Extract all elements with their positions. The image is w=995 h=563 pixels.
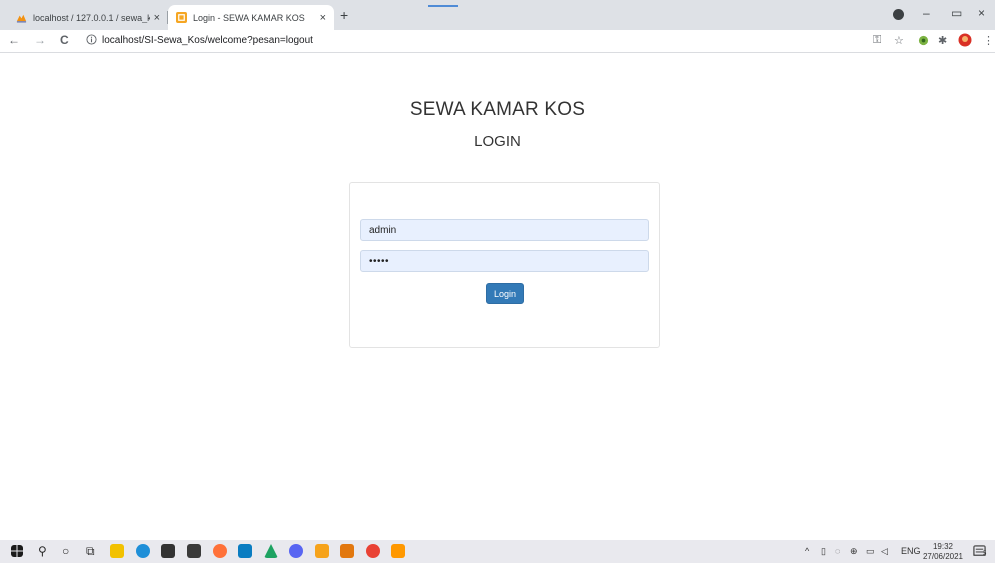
windows-taskbar: ⚲ ○ ⧉ ^ ▯ ◌ ⊕ ▭ ◁ ENG 19:32 27/06/2021 5 <box>0 540 995 563</box>
tab-title: Login - SEWA KAMAR KOS <box>193 12 305 23</box>
notion-icon[interactable] <box>187 544 201 558</box>
site-title: SEWA KAMAR KOS <box>409 99 586 120</box>
page-content: SEWA KAMAR KOS LOGIN Login <box>0 53 995 540</box>
display-icon[interactable]: ▭ <box>866 546 875 557</box>
windows-start-icon[interactable] <box>11 545 23 557</box>
chrome-icon[interactable] <box>366 544 380 558</box>
volume-icon[interactable]: ◁ <box>881 546 888 557</box>
profile-icon[interactable] <box>958 33 972 47</box>
cortana-icon[interactable]: ○ <box>62 544 69 558</box>
battery-icon[interactable]: ▯ <box>821 546 826 557</box>
new-tab-button[interactable]: + <box>340 7 348 23</box>
address-bar[interactable]: localhost/SI-Sewa_Kos/welcome?pesan=logo… <box>102 35 313 46</box>
username-input[interactable] <box>360 219 649 241</box>
clock[interactable]: 19:32 27/06/2021 <box>922 542 964 562</box>
search-icon[interactable]: ⚲ <box>38 544 47 558</box>
language-indicator[interactable]: ENG <box>901 546 921 556</box>
network-icon[interactable]: ⊕ <box>850 546 858 557</box>
minimize-button[interactable]: – <box>923 6 930 20</box>
page-title: LOGIN <box>474 133 521 150</box>
phpmyadmin-favicon-icon <box>16 14 27 23</box>
extension-icon[interactable] <box>918 35 929 46</box>
sublime-text-icon[interactable] <box>391 544 405 558</box>
discord-icon[interactable] <box>289 544 303 558</box>
drive-icon[interactable] <box>264 544 278 558</box>
info-icon[interactable] <box>86 34 97 45</box>
site-favicon-icon <box>176 12 187 23</box>
tray-overflow-icon[interactable]: ^ <box>805 546 809 556</box>
key-icon[interactable]: ⚿ <box>873 34 881 47</box>
notification-count-badge: 5 <box>983 551 987 557</box>
xampp-icon[interactable] <box>315 544 329 558</box>
login-card: Login <box>349 182 660 348</box>
maximize-button[interactable]: ▭ <box>951 6 962 20</box>
tab-close-icon[interactable]: × <box>320 12 326 24</box>
file-explorer-icon[interactable] <box>110 544 124 558</box>
tab-close-icon[interactable]: × <box>154 12 160 24</box>
star-icon[interactable]: ☆ <box>894 34 904 47</box>
tab-title: localhost / 127.0.0.1 / sewa_kam <box>33 12 150 23</box>
sync-icon[interactable]: ◌ <box>835 546 840 556</box>
puzzle-icon[interactable]: ✱ <box>938 34 947 47</box>
firefox-icon[interactable] <box>213 544 227 558</box>
task-view-icon[interactable]: ⧉ <box>86 544 95 559</box>
close-window-button[interactable]: × <box>978 6 985 20</box>
profile-indicator-icon[interactable] <box>893 9 904 20</box>
password-input[interactable] <box>360 250 649 272</box>
tab-phpmyadmin[interactable]: localhost / 127.0.0.1 / sewa_kam × <box>8 5 168 30</box>
forward-button[interactable]: → <box>34 33 46 47</box>
tab-login[interactable]: Login - SEWA KAMAR KOS × <box>168 5 334 30</box>
mail-icon[interactable] <box>238 544 252 558</box>
back-button[interactable]: ← <box>8 33 20 47</box>
app-icon[interactable] <box>340 544 354 558</box>
clock-time: 19:32 <box>932 542 954 551</box>
login-button[interactable]: Login <box>486 283 524 304</box>
clock-date: 27/06/2021 <box>922 552 964 561</box>
store-icon[interactable] <box>161 544 175 558</box>
tab-loading-strip <box>428 5 458 7</box>
browser-toolbar: ← → C localhost/SI-Sewa_Kos/welcome?pesa… <box>0 30 995 53</box>
browser-tab-bar: localhost / 127.0.0.1 / sewa_kam × Login… <box>0 0 995 30</box>
reload-button[interactable]: C <box>60 33 69 47</box>
edge-icon[interactable] <box>136 544 150 558</box>
menu-icon[interactable]: ⋮ <box>983 34 994 47</box>
